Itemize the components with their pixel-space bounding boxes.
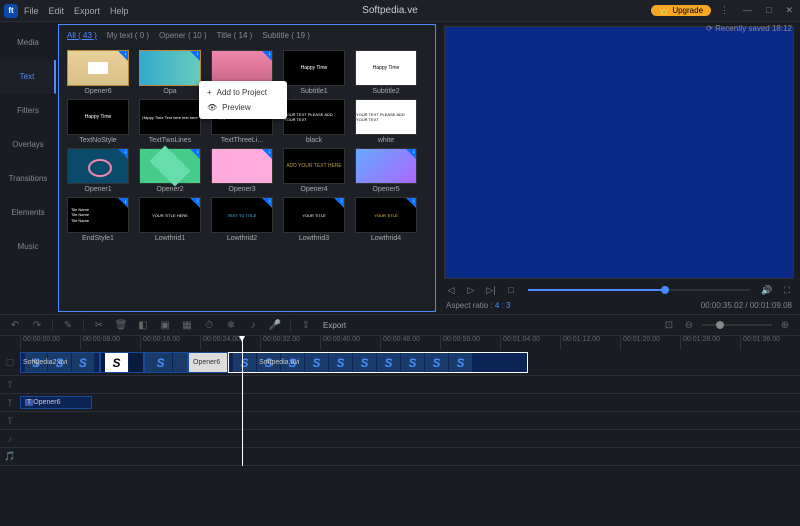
text-track-1[interactable]: T <box>0 376 800 394</box>
window-title: Softpedia.ve <box>129 5 652 16</box>
audio-button[interactable]: ♪ <box>246 318 260 332</box>
thumb-endstyle1[interactable]: ↓Tile NameTile NameTile NameEndStyle1 <box>65 197 131 242</box>
fit-button[interactable]: ⊡ <box>662 318 676 332</box>
thumb-opa[interactable]: ↓Opa <box>137 50 203 95</box>
thumb-black[interactable]: YOUR TEXT PLEASE ADD YOUR TEXTblack <box>281 99 347 144</box>
ctx-preview[interactable]: 👁Preview <box>199 100 287 115</box>
text-track-icon[interactable]: T <box>0 412 20 429</box>
thumb-subtitle2[interactable]: Happy TimeSubtitle2 <box>353 50 419 95</box>
seek-bar[interactable] <box>528 289 750 291</box>
zoom-out-button[interactable]: ⊖ <box>682 318 696 332</box>
thumb-lowthrid4[interactable]: ↓YOUR TITLELowthrid4 <box>353 197 419 242</box>
plus-icon: + <box>207 88 212 97</box>
cut-button[interactable]: ✂ <box>92 318 106 332</box>
clip-video-s[interactable]: S <box>100 352 144 373</box>
settings-icon[interactable]: ⋮ <box>717 5 732 16</box>
thumb-lowthrid3[interactable]: ↓YOUR TITLELowthrid3 <box>281 197 347 242</box>
mosaic-button[interactable]: ▦ <box>180 318 194 332</box>
thumb-lowthrid2[interactable]: ↓TEXT TO TITLELowthrid2 <box>209 197 275 242</box>
clip-video1[interactable]: SSSSoftpedia2.avi <box>20 352 100 373</box>
edit-icon[interactable]: ✎ <box>61 318 75 332</box>
thumb-white[interactable]: YOUR TEXT PLEASE ADD YOUR TEXTwhite <box>353 99 419 144</box>
tab-subtitle[interactable]: Subtitle ( 19 ) <box>262 31 310 40</box>
tab-all[interactable]: All ( 43 ) <box>67 31 97 40</box>
thumb-textnostyle[interactable]: Happy TimeTextNoStyle <box>65 99 131 144</box>
redo-button[interactable]: ↷ <box>30 318 44 332</box>
upgrade-button[interactable]: 👑Upgrade <box>651 5 711 16</box>
tab-opener[interactable]: Opener ( 10 ) <box>159 31 207 40</box>
menu-edit[interactable]: Edit <box>49 6 65 16</box>
text-track-2[interactable]: T T Opener6 <box>0 394 800 412</box>
text-track-3[interactable]: T <box>0 412 800 430</box>
tab-mytext[interactable]: My text ( 0 ) <box>107 31 149 40</box>
stop-button[interactable]: □ <box>504 283 518 297</box>
video-track[interactable]: ▢ SSSSoftpedia2.avi S S Opener6 SSSSSSSS… <box>0 350 800 376</box>
ctx-add-to-project[interactable]: +Add to Project <box>199 85 287 100</box>
text-track-icon[interactable]: T <box>0 376 20 393</box>
menu-help[interactable]: Help <box>110 6 129 16</box>
thumb-opener6[interactable]: ↓Opener6 <box>65 50 131 95</box>
text-track-icon[interactable]: T <box>0 394 20 411</box>
thumb-opener3[interactable]: ↓Opener3 <box>209 148 275 193</box>
undo-button[interactable]: ↶ <box>8 318 22 332</box>
thumb-opener5[interactable]: ↓Opener5 <box>353 148 419 193</box>
thumb-subtitle1[interactable]: Happy TimeSubtitle1 <box>281 50 347 95</box>
zoom-in-button[interactable]: ⊕ <box>778 318 792 332</box>
sidebar-item-filters[interactable]: Filters <box>0 94 56 128</box>
next-frame-button[interactable]: ▷| <box>484 283 498 297</box>
play-button[interactable]: ▷ <box>464 283 478 297</box>
music-track[interactable]: 🎵 <box>0 448 800 466</box>
eye-icon: 👁 <box>207 103 217 112</box>
thumb-opener4[interactable]: ADD YOUR TEXT HEREOpener4 <box>281 148 347 193</box>
playhead[interactable] <box>242 336 243 466</box>
clip-video3[interactable]: SSSSSSSSSSSoftpedia.avi <box>228 352 528 373</box>
preview-screen[interactable] <box>444 26 794 279</box>
thumb-opener1[interactable]: ↓Opener1 <box>65 148 131 193</box>
aspect-ratio-label: Aspect ratio : 4 : 3 <box>446 301 511 310</box>
audio-track[interactable]: ♪ <box>0 430 800 448</box>
sidebar-item-text[interactable]: Text <box>0 60 56 94</box>
timeline-ruler[interactable]: 00:00:00.0000:00:08.0000:00:16.0000:00:2… <box>0 336 800 350</box>
app-logo: ft <box>4 4 18 18</box>
thumb-texttwolines[interactable]: Happy Time Text here text hereTextTwoLin… <box>137 99 203 144</box>
close-button[interactable]: ✕ <box>782 5 796 16</box>
maximize-button[interactable]: □ <box>763 5 774 16</box>
export-button[interactable]: Export <box>323 321 346 330</box>
recently-saved-label: ⟳ Recently saved 18:12 <box>706 24 792 33</box>
clip-video-s2[interactable]: S <box>144 352 188 373</box>
time-display: 00:00:35.02 / 00:01:09.08 <box>701 301 792 310</box>
thumb-lowthrid1[interactable]: ↓YOUR TITLE HERELowthrid1 <box>137 197 203 242</box>
volume-button[interactable]: 🔊 <box>760 283 774 297</box>
delete-button[interactable]: 🗑 <box>114 318 128 332</box>
sidebar-item-media[interactable]: Media <box>0 26 56 60</box>
thumb-opener2[interactable]: ↓Opener2 <box>137 148 203 193</box>
pip-button[interactable]: ▣ <box>158 318 172 332</box>
sidebar-item-overlays[interactable]: Overlays <box>0 128 56 162</box>
crop-button[interactable]: ◧ <box>136 318 150 332</box>
menu-export[interactable]: Export <box>74 6 100 16</box>
freeze-button[interactable]: ❄ <box>224 318 238 332</box>
voice-button[interactable]: 🎤 <box>268 318 282 332</box>
menu-file[interactable]: File <box>24 6 39 16</box>
speed-button[interactable]: ⏱ <box>202 318 216 332</box>
music-track-icon[interactable]: 🎵 <box>0 448 20 465</box>
clip-opener6[interactable]: Opener6 <box>188 352 228 373</box>
zoom-slider[interactable] <box>702 324 772 326</box>
export-icon[interactable]: ⇪ <box>299 318 313 332</box>
fullscreen-button[interactable]: ⛶ <box>780 283 794 297</box>
minimize-button[interactable]: — <box>740 5 755 16</box>
prev-frame-button[interactable]: ◁ <box>444 283 458 297</box>
audio-track-icon[interactable]: ♪ <box>0 430 20 447</box>
video-track-icon[interactable]: ▢ <box>0 350 20 375</box>
sidebar-item-transitions[interactable]: Transitions <box>0 162 56 196</box>
clip-text-opener6[interactable]: T Opener6 <box>20 396 92 409</box>
context-menu: +Add to Project 👁Preview <box>199 81 287 119</box>
sidebar-item-elements[interactable]: Elements <box>0 196 56 230</box>
tab-title[interactable]: Title ( 14 ) <box>217 31 253 40</box>
sidebar-item-music[interactable]: Music <box>0 230 56 264</box>
